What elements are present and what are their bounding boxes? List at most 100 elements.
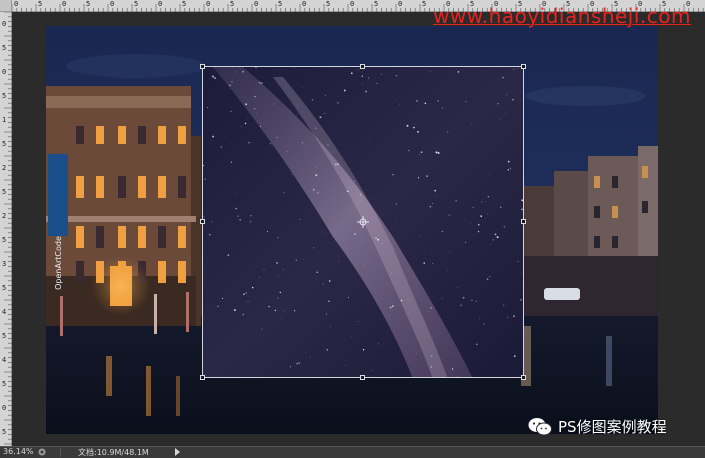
star: [319, 258, 321, 260]
star: [456, 287, 458, 289]
star: [447, 270, 448, 272]
document-status-icon[interactable]: [38, 448, 46, 456]
window: [178, 261, 186, 283]
document-canvas[interactable]: [46, 26, 658, 434]
ruler-tick-label: 5: [86, 0, 91, 8]
window: [118, 226, 126, 248]
transform-handle-top-center[interactable]: [360, 64, 365, 69]
star: [245, 292, 247, 294]
transform-handle-bottom-right[interactable]: [521, 375, 526, 380]
window: [76, 226, 84, 248]
star: [517, 260, 519, 262]
star: [490, 244, 492, 245]
star: [447, 131, 449, 133]
ruler-tick-label: 3: [2, 260, 7, 268]
star: [259, 276, 260, 278]
ruler-tick-label: 5: [2, 92, 7, 100]
star: [431, 355, 433, 357]
star: [462, 296, 465, 299]
ruler-tick-label: 5: [2, 140, 7, 148]
zoom-level[interactable]: 36.14%: [3, 447, 34, 456]
star: [207, 107, 209, 109]
star: [392, 174, 394, 176]
star: [464, 241, 466, 243]
status-separator: [60, 448, 61, 457]
star: [343, 89, 346, 92]
star: [322, 283, 324, 285]
ruler-tick-label: 0: [2, 404, 7, 412]
star: [420, 356, 422, 358]
star: [357, 321, 359, 323]
star: [417, 177, 420, 179]
window: [178, 176, 186, 198]
star: [507, 169, 510, 171]
transform-handle-middle-left[interactable]: [200, 219, 205, 224]
star: [485, 200, 487, 202]
ruler-origin-corner[interactable]: [0, 0, 12, 12]
star: [221, 297, 224, 299]
star: [301, 87, 303, 88]
star: [430, 307, 432, 309]
window: [612, 176, 618, 188]
star: [371, 369, 372, 371]
star: [496, 236, 499, 239]
star: [520, 298, 522, 301]
transform-handle-top-left[interactable]: [200, 64, 205, 69]
star: [256, 112, 257, 114]
transform-handle-top-right[interactable]: [521, 64, 526, 69]
window: [96, 176, 104, 198]
star: [360, 241, 362, 243]
status-menu-arrow-icon[interactable]: [175, 448, 180, 456]
star: [317, 138, 318, 140]
star: [283, 310, 285, 312]
star: [345, 364, 347, 366]
star: [507, 160, 510, 163]
star: [432, 263, 434, 264]
star: [429, 205, 432, 208]
star: [486, 278, 489, 280]
star: [316, 166, 317, 168]
star: [337, 163, 339, 165]
transform-handle-middle-right[interactable]: [521, 219, 526, 224]
star: [230, 110, 232, 112]
star: [368, 77, 370, 79]
star: [311, 98, 314, 101]
star: [499, 118, 500, 120]
star: [231, 81, 233, 83]
star: [289, 366, 292, 368]
star: [248, 142, 250, 144]
star: [346, 190, 349, 193]
window: [642, 201, 648, 213]
star: [268, 305, 270, 308]
star: [471, 123, 472, 124]
star: [244, 122, 247, 125]
transform-handle-bottom-center[interactable]: [360, 375, 365, 380]
star: [217, 305, 219, 307]
star: [452, 353, 454, 355]
star: [519, 149, 520, 150]
ruler-tick-label: 5: [2, 428, 7, 436]
transform-center-point-icon[interactable]: [357, 216, 369, 228]
star: [413, 126, 415, 129]
ruler-tick-label: 2: [2, 164, 7, 172]
star: [276, 136, 278, 139]
star: [521, 208, 523, 211]
star: [296, 115, 298, 117]
star: [247, 117, 249, 119]
transform-handle-bottom-left[interactable]: [200, 375, 205, 380]
star: [229, 87, 231, 89]
star: [305, 352, 307, 354]
window: [96, 126, 104, 144]
star: [354, 233, 356, 235]
star: [395, 99, 396, 101]
star: [260, 82, 263, 85]
star: [285, 259, 287, 261]
star: [281, 317, 282, 319]
star: [269, 143, 271, 145]
star: [475, 343, 478, 346]
star: [243, 293, 245, 296]
vertical-ruler[interactable]: 0 5 0 5 1 5 2 5 2 5 3 5 4 5 4 5 0 5: [0, 12, 12, 446]
ruler-tick-label: 0: [254, 0, 259, 8]
window: [138, 176, 146, 198]
ruler-tick-label: 5: [2, 236, 7, 244]
